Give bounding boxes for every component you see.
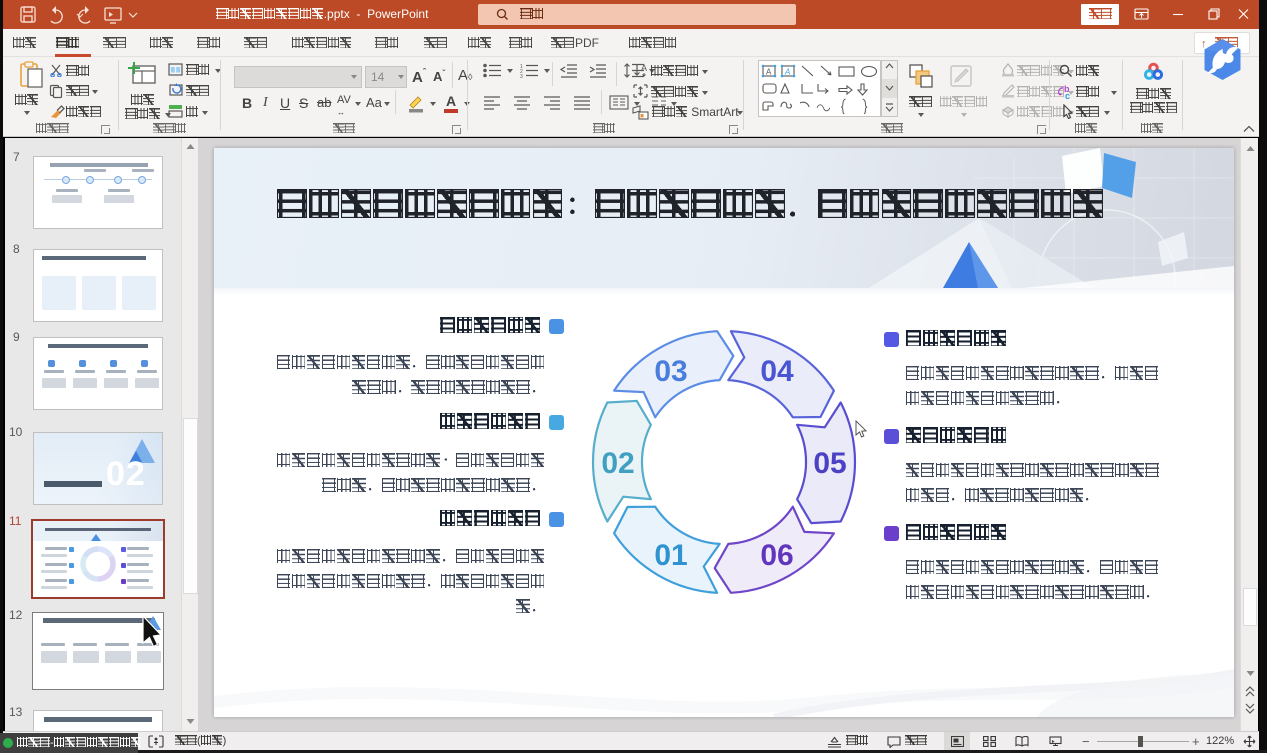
svg-text:02: 02 [601, 447, 634, 480]
svg-text:03: 03 [654, 355, 687, 388]
svg-text:05: 05 [813, 447, 846, 480]
svg-text:A: A [766, 68, 772, 77]
svg-text:06: 06 [760, 539, 793, 572]
svg-text:c: c [1065, 91, 1070, 99]
svg-text:A: A [784, 68, 790, 77]
svg-text:3: 3 [520, 74, 523, 78]
svg-text:01: 01 [654, 539, 687, 572]
svg-text:04: 04 [760, 355, 794, 388]
svg-text:A: A [641, 63, 647, 73]
